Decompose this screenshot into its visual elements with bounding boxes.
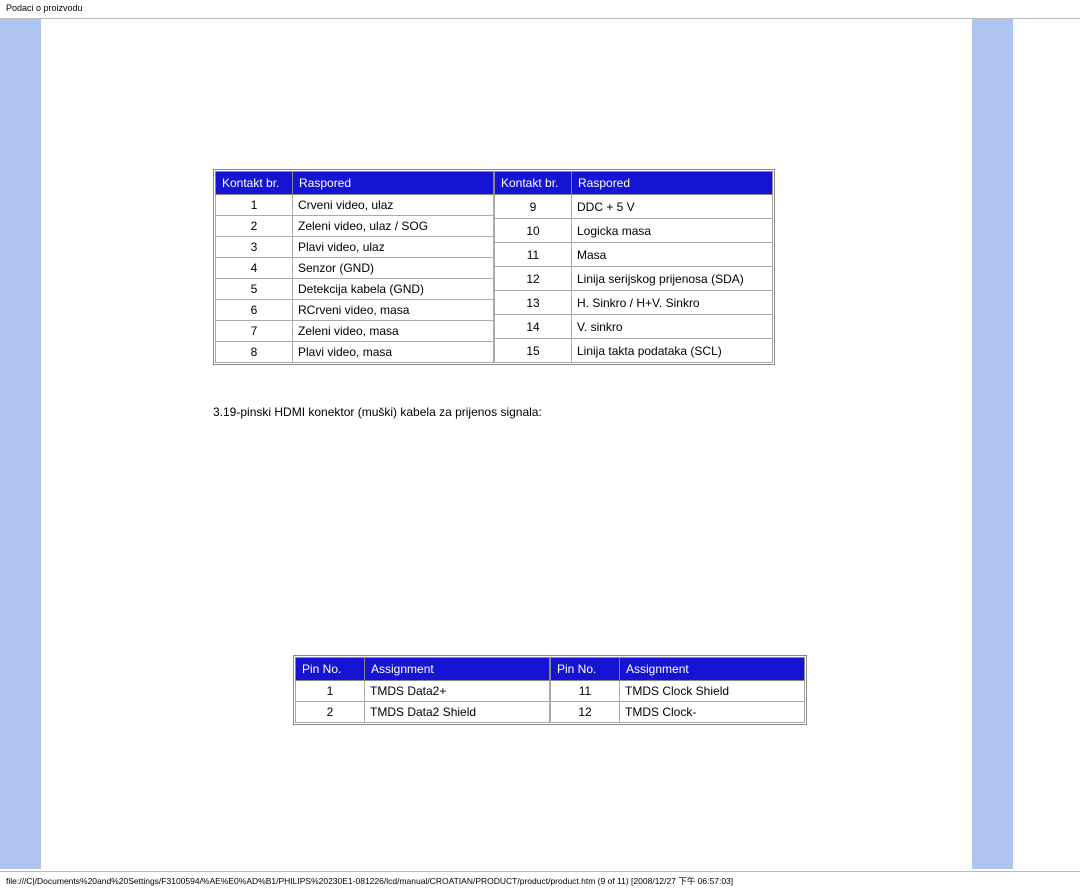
pin-number-cell: 7 bbox=[216, 321, 293, 342]
table-row: 2TMDS Data2 Shield bbox=[296, 702, 550, 723]
vga-pinout-tables: Kontakt br. Raspored 1Crveni video, ulaz… bbox=[213, 169, 775, 365]
pin-desc-cell: TMDS Data2 Shield bbox=[365, 702, 550, 723]
pin-number-cell: 12 bbox=[495, 267, 572, 291]
pin-desc-cell: Crveni video, ulaz bbox=[293, 195, 494, 216]
pin-number-cell: 2 bbox=[296, 702, 365, 723]
pin-desc-cell: TMDS Clock- bbox=[620, 702, 805, 723]
pin-number-cell: 12 bbox=[551, 702, 620, 723]
pin-number-cell: 1 bbox=[216, 195, 293, 216]
pin-desc-cell: Linija serijskog prijenosa (SDA) bbox=[572, 267, 773, 291]
pin-number-cell: 1 bbox=[296, 681, 365, 702]
pin-desc-cell: Plavi video, masa bbox=[293, 342, 494, 363]
table-row: 5Detekcija kabela (GND) bbox=[216, 279, 494, 300]
table-row: 2Zeleni video, ulaz / SOG bbox=[216, 216, 494, 237]
table-row: 8Plavi video, masa bbox=[216, 342, 494, 363]
table-row: 7Zeleni video, masa bbox=[216, 321, 494, 342]
pin-number-cell: 10 bbox=[495, 219, 572, 243]
table-row: 15Linija takta podataka (SCL) bbox=[495, 339, 773, 363]
hdmi-right-header-desc: Assignment bbox=[620, 658, 805, 681]
left-blue-margin bbox=[0, 19, 41, 869]
hdmi-pinout-tables: Pin No. Assignment 1TMDS Data2+2TMDS Dat… bbox=[293, 655, 807, 725]
table-row: 3Plavi video, ulaz bbox=[216, 237, 494, 258]
table-row: 14V. sinkro bbox=[495, 315, 773, 339]
footer-file-path: file:///C|/Documents%20and%20Settings/F3… bbox=[0, 872, 1080, 890]
pin-desc-cell: Zeleni video, masa bbox=[293, 321, 494, 342]
table-row: 1Crveni video, ulaz bbox=[216, 195, 494, 216]
hdmi-table-left: Pin No. Assignment 1TMDS Data2+2TMDS Dat… bbox=[295, 657, 550, 723]
main-content: Kontakt br. Raspored 1Crveni video, ulaz… bbox=[213, 19, 972, 869]
right-blue-margin bbox=[972, 19, 1013, 869]
pin-desc-cell: V. sinkro bbox=[572, 315, 773, 339]
vga-table-right: Kontakt br. Raspored 9DDC + 5 V10Logicka… bbox=[494, 171, 773, 363]
vga-right-header-pin: Kontakt br. bbox=[495, 172, 572, 195]
table-row: 12TMDS Clock- bbox=[551, 702, 805, 723]
vga-right-header-desc: Raspored bbox=[572, 172, 773, 195]
pin-number-cell: 11 bbox=[551, 681, 620, 702]
table-row: 6RCrveni video, masa bbox=[216, 300, 494, 321]
pin-number-cell: 2 bbox=[216, 216, 293, 237]
table-row: 10Logicka masa bbox=[495, 219, 773, 243]
pin-number-cell: 6 bbox=[216, 300, 293, 321]
vga-table-left: Kontakt br. Raspored 1Crveni video, ulaz… bbox=[215, 171, 494, 363]
pin-desc-cell: DDC + 5 V bbox=[572, 195, 773, 219]
table-row: 13H. Sinkro / H+V. Sinkro bbox=[495, 291, 773, 315]
table-row: 4Senzor (GND) bbox=[216, 258, 494, 279]
pin-desc-cell: Linija takta podataka (SCL) bbox=[572, 339, 773, 363]
pin-desc-cell: Senzor (GND) bbox=[293, 258, 494, 279]
hdmi-section-heading: 3.19-pinski HDMI konektor (muški) kabela… bbox=[213, 405, 954, 419]
pin-desc-cell: Plavi video, ulaz bbox=[293, 237, 494, 258]
pin-number-cell: 13 bbox=[495, 291, 572, 315]
pin-number-cell: 11 bbox=[495, 243, 572, 267]
table-row: 12Linija serijskog prijenosa (SDA) bbox=[495, 267, 773, 291]
pin-number-cell: 15 bbox=[495, 339, 572, 363]
right-white-pad bbox=[1013, 19, 1080, 869]
pin-desc-cell: Logicka masa bbox=[572, 219, 773, 243]
vga-left-header-pin: Kontakt br. bbox=[216, 172, 293, 195]
left-nav-placeholder bbox=[41, 19, 213, 869]
vga-left-header-desc: Raspored bbox=[293, 172, 494, 195]
pin-desc-cell: Zeleni video, ulaz / SOG bbox=[293, 216, 494, 237]
pin-desc-cell: TMDS Data2+ bbox=[365, 681, 550, 702]
pin-number-cell: 8 bbox=[216, 342, 293, 363]
pin-number-cell: 14 bbox=[495, 315, 572, 339]
hdmi-right-header-pin: Pin No. bbox=[551, 658, 620, 681]
table-row: 1TMDS Data2+ bbox=[296, 681, 550, 702]
pin-desc-cell: RCrveni video, masa bbox=[293, 300, 494, 321]
hdmi-table-right: Pin No. Assignment 11TMDS Clock Shield12… bbox=[550, 657, 805, 723]
table-row: 11Masa bbox=[495, 243, 773, 267]
table-row: 11TMDS Clock Shield bbox=[551, 681, 805, 702]
pin-desc-cell: Detekcija kabela (GND) bbox=[293, 279, 494, 300]
pin-desc-cell: Masa bbox=[572, 243, 773, 267]
page-title: Podaci o proizvodu bbox=[0, 0, 1080, 16]
pin-number-cell: 4 bbox=[216, 258, 293, 279]
pin-number-cell: 3 bbox=[216, 237, 293, 258]
pin-desc-cell: TMDS Clock Shield bbox=[620, 681, 805, 702]
hdmi-left-header-pin: Pin No. bbox=[296, 658, 365, 681]
hdmi-left-header-desc: Assignment bbox=[365, 658, 550, 681]
pin-number-cell: 9 bbox=[495, 195, 572, 219]
table-row: 9DDC + 5 V bbox=[495, 195, 773, 219]
pin-desc-cell: H. Sinkro / H+V. Sinkro bbox=[572, 291, 773, 315]
pin-number-cell: 5 bbox=[216, 279, 293, 300]
